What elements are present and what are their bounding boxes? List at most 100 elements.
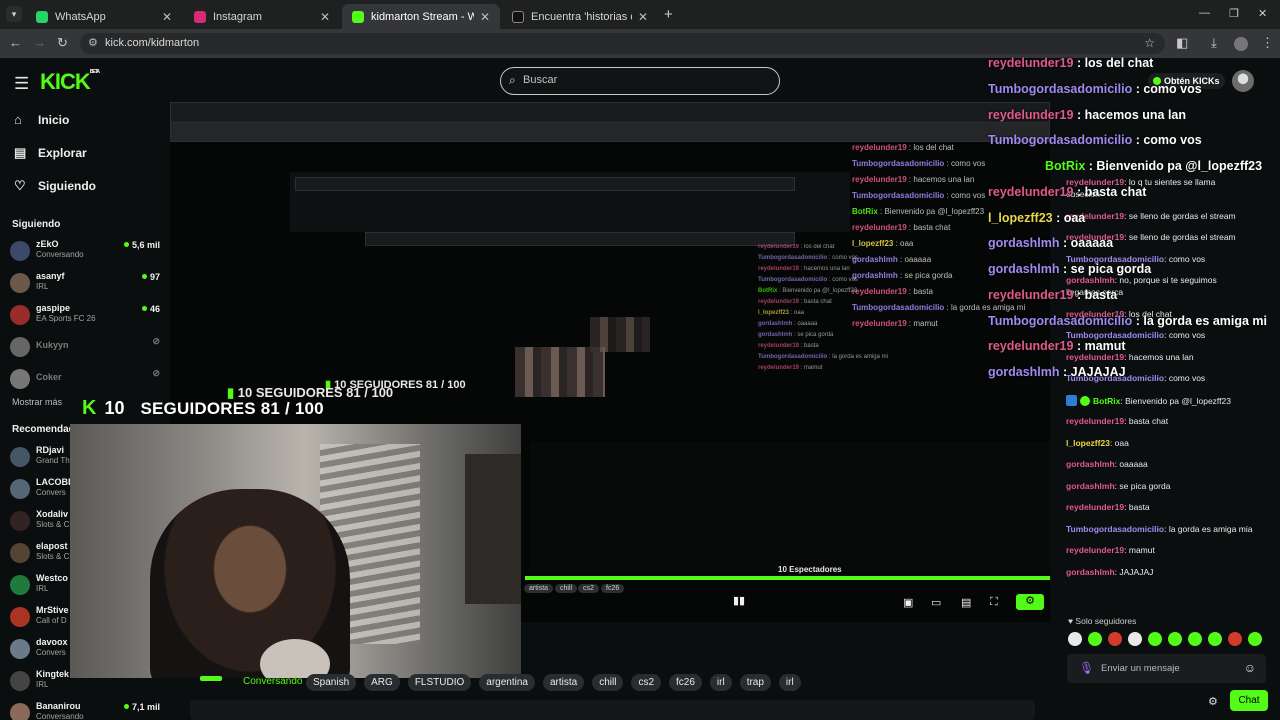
search-input[interactable]: ⌕ Buscar bbox=[500, 67, 780, 95]
show-more-link[interactable]: Mostrar más bbox=[12, 397, 62, 407]
emote[interactable] bbox=[1128, 632, 1142, 646]
emote[interactable] bbox=[1208, 632, 1222, 646]
user-avatar[interactable] bbox=[1232, 70, 1254, 92]
emote[interactable] bbox=[1068, 632, 1082, 646]
emote[interactable] bbox=[1148, 632, 1162, 646]
chat-username[interactable]: gordashlmh bbox=[1066, 567, 1115, 577]
channel-name: elapost bbox=[36, 541, 68, 551]
profile-avatar[interactable] bbox=[1234, 37, 1248, 51]
search-placeholder: Buscar bbox=[523, 74, 558, 86]
close-icon[interactable]: ✕ bbox=[638, 10, 648, 24]
tab-whatsapp[interactable]: WhatsApp ✕ bbox=[26, 4, 182, 29]
nav-inicio[interactable]: ⌂ Inicio bbox=[14, 112, 69, 127]
restore-button[interactable]: ❐ bbox=[1229, 7, 1239, 20]
sidebar-recommended-bananirou[interactable]: Bananirou Conversando 7,1 mil bbox=[10, 698, 160, 720]
menu-dots-icon[interactable]: ⋮ bbox=[1261, 35, 1274, 51]
tag-cs2[interactable]: cs2 bbox=[631, 674, 661, 691]
microphone-icon[interactable]: 🎙 bbox=[1079, 661, 1094, 675]
address-bar[interactable]: ⚙ kick.com/kidmarton ☆ bbox=[80, 33, 1165, 54]
nav-siguiendo[interactable]: ♡ Siguiendo bbox=[14, 178, 96, 194]
forward-button[interactable]: → bbox=[33, 35, 46, 50]
download-icon[interactable]: ⤓ bbox=[1211, 35, 1217, 51]
chat-text: se lleno de gordas el stream bbox=[1128, 232, 1236, 242]
chat-username[interactable]: reydelunder19 bbox=[1066, 416, 1124, 426]
clip-icon[interactable]: ▤ bbox=[961, 596, 971, 609]
close-icon[interactable]: ✕ bbox=[162, 10, 172, 24]
emote[interactable] bbox=[1188, 632, 1202, 646]
emote[interactable] bbox=[1108, 632, 1122, 646]
viewer-count: 97 bbox=[142, 272, 160, 282]
bookmark-star-icon[interactable]: ☆ bbox=[1144, 33, 1155, 54]
back-button[interactable]: ← bbox=[9, 35, 22, 50]
tag-chill[interactable]: chill bbox=[592, 674, 624, 691]
tag-spanish[interactable]: Spanish bbox=[306, 674, 357, 691]
tab-tiktok[interactable]: Encuentra 'historias de frutas' en ✕ bbox=[502, 4, 658, 29]
new-tab-button[interactable]: + bbox=[664, 6, 673, 23]
tab-search-button[interactable]: ▾ bbox=[6, 6, 22, 22]
tag-argentina[interactable]: argentina bbox=[479, 674, 535, 691]
theater-mode-icon[interactable]: ▭ bbox=[931, 596, 941, 609]
sidebar-channel-kukyyn[interactable]: Kukyyn ⊘ bbox=[10, 332, 160, 360]
nested-video-bottom bbox=[530, 442, 1050, 572]
nested-username: reydelunder19 bbox=[758, 266, 800, 272]
close-icon[interactable]: ✕ bbox=[480, 10, 490, 24]
overlay-text: basta bbox=[1084, 288, 1118, 302]
chat-username[interactable]: reydelunder19 bbox=[1066, 545, 1124, 555]
tab-kick-stream[interactable]: kidmarton Stream - Watch Live ✕ bbox=[342, 4, 500, 29]
channel-category: Conversando bbox=[36, 250, 84, 259]
emote[interactable] bbox=[1088, 632, 1102, 646]
overlay-username: gordashlmh bbox=[988, 365, 1060, 379]
tag-artista[interactable]: artista bbox=[542, 674, 585, 691]
emote[interactable] bbox=[1228, 632, 1242, 646]
hamburger-menu-icon[interactable]: ☰ bbox=[14, 74, 29, 94]
chat-overlay-line: Tumbogordasadomicilio : como vos bbox=[988, 82, 1202, 96]
following-header: Siguiendo bbox=[12, 219, 61, 230]
tag-irl[interactable]: irl bbox=[709, 674, 732, 691]
emote[interactable] bbox=[1248, 632, 1262, 646]
chat-send-button[interactable]: Chat bbox=[1230, 690, 1268, 711]
tab-instagram[interactable]: Instagram ✕ bbox=[184, 4, 340, 29]
tag-arg[interactable]: ARG bbox=[364, 674, 400, 691]
nested-chat-line: reydelunder19 : hacemos una lan bbox=[758, 264, 888, 275]
site-info-icon[interactable]: ⚙ bbox=[88, 33, 98, 54]
viewer-count: 7,1 mil bbox=[124, 702, 160, 712]
chat-username[interactable]: l_lopezff23 bbox=[1066, 438, 1110, 448]
tag-trap[interactable]: trap bbox=[739, 674, 771, 691]
sidebar-channel-gaspipe[interactable]: gaspipe EA Sports FC 26 46 bbox=[10, 300, 160, 328]
settings-gear-icon[interactable]: ⚙ bbox=[1016, 594, 1044, 610]
picture-in-picture-icon[interactable]: ▣ bbox=[903, 596, 913, 609]
tag-flstudio[interactable]: FLSTUDIO bbox=[407, 674, 472, 691]
chat-input[interactable]: 🎙 Enviar un mensaje ☺ bbox=[1067, 654, 1266, 683]
sidebar-channel-asanyf[interactable]: asanyf IRL 97 bbox=[10, 268, 160, 296]
chat-username[interactable]: gordashlmh bbox=[1066, 275, 1115, 285]
kick-logo[interactable]: KICKBETA bbox=[40, 69, 100, 95]
close-icon[interactable]: ✕ bbox=[320, 10, 330, 24]
fullscreen-icon[interactable]: ⛶ bbox=[990, 596, 998, 609]
tag-irl[interactable]: irl bbox=[778, 674, 801, 691]
video-progress-bar[interactable] bbox=[525, 576, 1050, 580]
nested-chat-line: reydelunder19 : mamut bbox=[758, 363, 888, 374]
window-close-button[interactable]: ✕ bbox=[1258, 7, 1267, 20]
tag-fc26[interactable]: fc26 bbox=[669, 674, 702, 691]
nav-explorar[interactable]: ▤ Explorar bbox=[14, 145, 87, 161]
emote[interactable] bbox=[1168, 632, 1182, 646]
viewer-icon-small: ▮▮ bbox=[733, 595, 746, 607]
sidebar-channel-zeko[interactable]: zEkO Conversando 5,6 mil bbox=[10, 236, 160, 264]
chat-settings-icon[interactable]: ⚙ bbox=[1208, 695, 1218, 708]
stream-category[interactable]: Conversando bbox=[243, 676, 302, 687]
chat-username[interactable]: gordashlmh bbox=[1066, 459, 1115, 469]
sidebar-channel-coker[interactable]: Coker ⊘ bbox=[10, 364, 160, 392]
chat-username[interactable]: Tumbogordasadomicilio bbox=[1066, 524, 1164, 534]
separator: : bbox=[1132, 314, 1144, 328]
chat-username[interactable]: gordashlmh bbox=[1066, 481, 1115, 491]
reload-button[interactable]: ↻ bbox=[57, 35, 68, 51]
extensions-icon[interactable]: ◧ bbox=[1176, 35, 1188, 51]
chat-username[interactable]: reydelunder19 bbox=[1066, 502, 1124, 512]
nested-chat-line: reydelunder19 : basta bbox=[758, 341, 888, 352]
nested-username: reydelunder19 bbox=[852, 223, 907, 232]
chat-username[interactable]: BotRix bbox=[1093, 396, 1120, 406]
minimize-button[interactable]: — bbox=[1199, 7, 1210, 19]
emoji-icon[interactable]: ☺ bbox=[1244, 661, 1256, 675]
offline-icon: ⊘ bbox=[152, 336, 160, 346]
chat-username[interactable]: reydelunder19 bbox=[1066, 352, 1124, 362]
